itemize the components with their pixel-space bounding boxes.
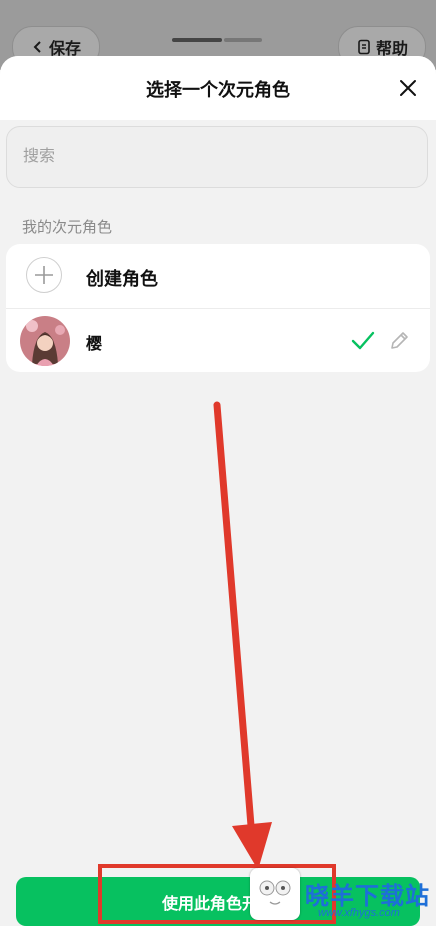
create-character-row[interactable]: 创建角色 xyxy=(6,244,430,308)
search-input[interactable] xyxy=(7,147,427,167)
back-chevron-icon xyxy=(33,41,41,53)
sheet-title: 选择一个次元角色 xyxy=(146,80,290,100)
watermark-text: 晓羊下载站 xyxy=(305,883,430,910)
pencil-icon[interactable] xyxy=(388,330,410,352)
character-list-card: 创建角色 樱 xyxy=(6,244,430,372)
character-name: 樱 xyxy=(86,336,103,353)
annotation-highlight-box xyxy=(98,864,336,924)
create-character-label: 创建角色 xyxy=(86,269,158,289)
sheet-header: 选择一个次元角色 xyxy=(0,56,436,120)
close-icon[interactable] xyxy=(396,76,420,100)
sheep-logo xyxy=(250,868,300,920)
character-picker-sheet: 选择一个次元角色 我的次元角色 创建角色 xyxy=(0,56,436,926)
avatar xyxy=(20,316,70,366)
character-item[interactable]: 樱 xyxy=(6,309,430,372)
watermark-url: www.xfhygs.com xyxy=(318,907,400,919)
checkmark-icon xyxy=(351,331,375,350)
search-field[interactable] xyxy=(6,126,428,188)
help-doc-icon xyxy=(358,39,370,55)
section-label: 我的次元角色 xyxy=(22,219,113,236)
sheet-handle[interactable] xyxy=(172,38,262,42)
plus-icon xyxy=(26,257,62,293)
